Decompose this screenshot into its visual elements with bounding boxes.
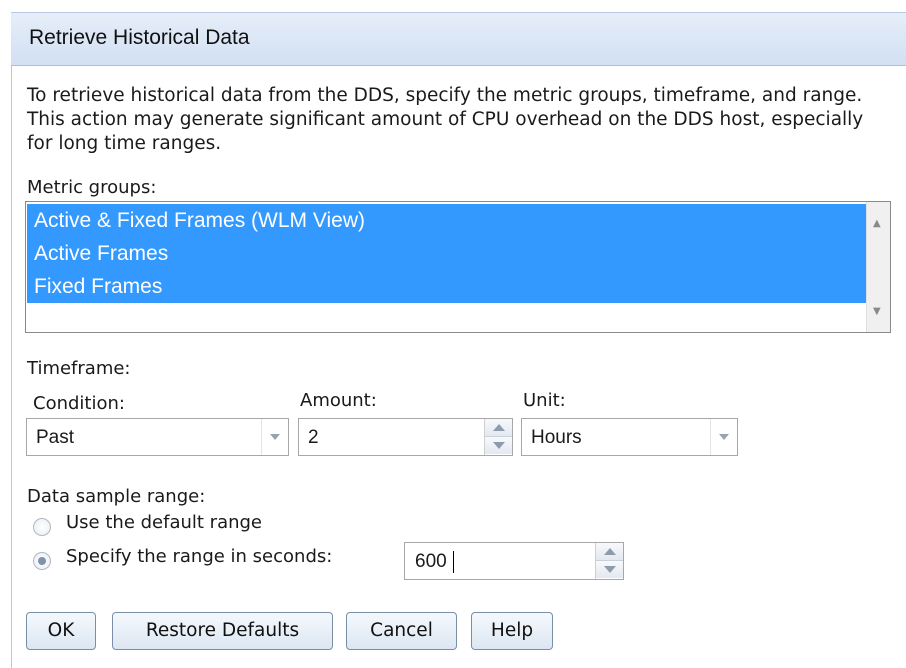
condition-label: Condition:: [33, 393, 125, 414]
specify-range-radio[interactable]: [33, 552, 51, 570]
metric-group-item[interactable]: Fixed Frames: [27, 270, 867, 303]
condition-dropdown-button[interactable]: [261, 419, 288, 455]
dialog-title-bar[interactable]: Retrieve Historical Data: [11, 12, 906, 66]
unit-select[interactable]: Hours: [521, 418, 738, 456]
spinner-down-icon: [493, 442, 505, 449]
default-range-radio[interactable]: [33, 518, 51, 536]
dialog-title: Retrieve Historical Data: [29, 26, 250, 49]
range-seconds-value[interactable]: 600: [415, 551, 447, 573]
amount-spinner[interactable]: 2: [298, 418, 513, 456]
radio-selected-dot: [38, 557, 46, 565]
range-seconds-spinner[interactable]: 600: [404, 542, 624, 580]
metric-group-item[interactable]: Active Frames: [27, 237, 867, 270]
condition-select[interactable]: Past: [26, 418, 289, 456]
chevron-down-icon: [719, 434, 729, 440]
amount-increment-button[interactable]: [485, 419, 512, 437]
amount-spin-buttons: [484, 419, 512, 455]
cancel-button[interactable]: Cancel: [346, 612, 457, 650]
dialog-left-border: [11, 66, 12, 668]
metric-group-item[interactable]: Active & Fixed Frames (WLM View): [27, 204, 867, 237]
dialog-description: To retrieve historical data from the DDS…: [27, 85, 864, 154]
amount-value[interactable]: 2: [308, 427, 319, 449]
range-spin-buttons: [595, 543, 623, 579]
default-range-label[interactable]: Use the default range: [66, 512, 262, 533]
spinner-up-icon: [493, 424, 505, 431]
spinner-up-icon: [604, 548, 616, 555]
amount-label: Amount:: [300, 390, 377, 411]
help-button[interactable]: Help: [471, 612, 553, 650]
range-decrement-button[interactable]: [596, 561, 623, 578]
scroll-up-icon[interactable]: ▲: [873, 218, 881, 229]
condition-value: Past: [36, 427, 75, 448]
retrieve-historical-data-dialog: Retrieve Historical Data To retrieve his…: [0, 0, 906, 668]
scroll-down-icon[interactable]: ▼: [873, 306, 881, 317]
specify-range-label[interactable]: Specify the range in seconds:: [66, 546, 332, 567]
range-increment-button[interactable]: [596, 543, 623, 561]
metric-groups-label: Metric groups:: [27, 177, 157, 198]
listbox-scrollbar[interactable]: ▲ ▼: [866, 202, 890, 332]
ok-button[interactable]: OK: [26, 612, 96, 650]
unit-value: Hours: [531, 427, 582, 448]
metric-groups-listbox[interactable]: Active & Fixed Frames (WLM View) Active …: [25, 201, 891, 333]
unit-label: Unit:: [523, 390, 566, 411]
restore-defaults-button[interactable]: Restore Defaults: [112, 612, 333, 650]
data-sample-range-label: Data sample range:: [27, 486, 206, 507]
spinner-down-icon: [604, 566, 616, 573]
amount-decrement-button[interactable]: [485, 437, 512, 454]
text-cursor: [453, 551, 454, 573]
chevron-down-icon: [270, 434, 280, 440]
unit-dropdown-button[interactable]: [710, 419, 737, 455]
timeframe-label: Timeframe:: [27, 358, 131, 379]
